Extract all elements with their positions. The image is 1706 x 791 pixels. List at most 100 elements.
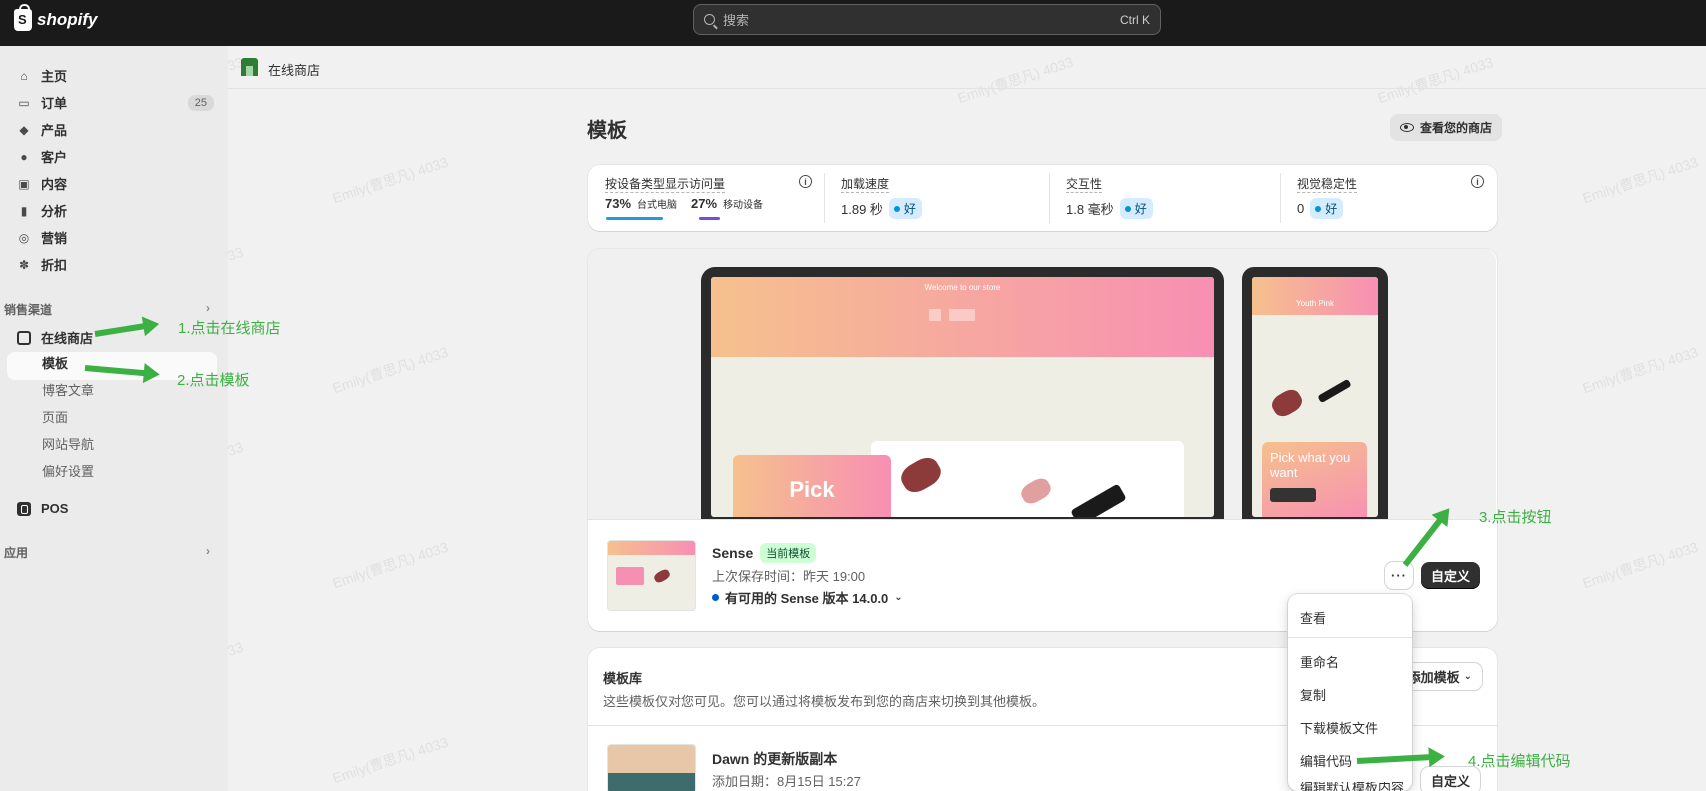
menu-item-edit-code[interactable]: 编辑代码 bbox=[1300, 751, 1352, 770]
sidebar-item-themes[interactable]: 模板 bbox=[42, 353, 68, 375]
brush-shape bbox=[1317, 378, 1352, 404]
preview-logo-placeholder bbox=[949, 309, 975, 321]
watermark: Emily(曹思凡) 4033 bbox=[1580, 153, 1701, 207]
info-icon[interactable]: i bbox=[1471, 175, 1484, 188]
status-dot bbox=[1124, 205, 1131, 212]
watermark: Emily(曹思凡) 4033 bbox=[1375, 53, 1496, 107]
library-description: 这些模板仅对您可见。您可以通过将模板发布到您的商店来切换到其他模板。 bbox=[603, 694, 1046, 709]
desktop-label: 台式电脑 bbox=[637, 200, 678, 211]
sidebar-item-label: 订单 bbox=[41, 96, 68, 111]
blush-swatch bbox=[1018, 474, 1054, 508]
sidebar-item-pages[interactable]: 页面 bbox=[42, 407, 68, 429]
target-icon: ◎ bbox=[18, 230, 30, 245]
mobile-label: 移动设备 bbox=[723, 200, 764, 211]
status-label: 好 bbox=[1134, 202, 1147, 216]
sense-theme-thumbnail bbox=[607, 540, 696, 611]
metric-interactivity: 交互性 1.8 毫秒 好 bbox=[1049, 165, 1285, 231]
metrics-card: 按设备类型显示访问量 73% 台式电脑 27% 移动设备 i 加载速度 1.89… bbox=[588, 165, 1497, 231]
metric-label: 按设备类型显示访问量 bbox=[605, 177, 726, 193]
lipstick-swatch bbox=[896, 452, 946, 498]
sidebar-item-navigation[interactable]: 网站导航 bbox=[42, 434, 94, 456]
watermark: Emily(曹思凡) 4033 bbox=[955, 53, 1076, 107]
home-icon: ⌂ bbox=[20, 68, 28, 83]
metric-value: 0 bbox=[1297, 201, 1305, 216]
sidebar-item-content[interactable]: ▣ 内容 bbox=[0, 170, 228, 197]
menu-item-download[interactable]: 下载模板文件 bbox=[1300, 718, 1378, 737]
brand-name: shopify bbox=[37, 10, 98, 29]
customize-button[interactable]: 自定义 bbox=[1421, 562, 1480, 589]
view-store-button[interactable]: 查看您的商店 bbox=[1390, 114, 1503, 141]
desktop-bar bbox=[606, 217, 663, 220]
sidebar-item-customers[interactable]: ● 客户 bbox=[0, 143, 228, 170]
menu-item-edit-default-content[interactable]: 编辑默认模板内容 bbox=[1300, 782, 1404, 791]
metric-load-speed: 加载速度 1.89 秒 好 bbox=[824, 165, 1049, 231]
sidebar-item-discounts[interactable]: ✽ 折扣 bbox=[0, 251, 228, 278]
shopify-bag-icon bbox=[14, 4, 32, 31]
metric-label: 视觉稳定性 bbox=[1297, 177, 1358, 193]
search-shortcut: Ctrl K bbox=[1120, 12, 1150, 27]
chevron-down-icon: ⌄ bbox=[1463, 671, 1472, 682]
phone-pick-card: Pick what you want bbox=[1262, 442, 1367, 517]
top-bar: shopify 搜索 Ctrl K bbox=[0, 0, 1706, 46]
sidebar-item-label: 客户 bbox=[41, 150, 68, 165]
apps-heading[interactable]: 应用 › bbox=[4, 544, 210, 561]
theme-name-row: Sense 当前模板 bbox=[712, 543, 817, 563]
sidebar-item-blog-posts[interactable]: 博客文章 bbox=[42, 380, 94, 402]
inbox-icon: ▭ bbox=[18, 95, 30, 110]
bar-chart-icon: ▮ bbox=[20, 203, 28, 218]
sidebar-item-home[interactable]: ⌂ 主页 bbox=[0, 62, 228, 89]
person-icon: ● bbox=[20, 149, 28, 164]
info-icon[interactable]: i bbox=[799, 175, 812, 188]
annotation-step-1: 1.点击在线商店 bbox=[178, 320, 281, 337]
preview-logo-placeholder bbox=[929, 309, 941, 321]
online-store-icon bbox=[17, 330, 31, 345]
tag-icon: ◆ bbox=[19, 122, 29, 137]
more-actions-button[interactable]: ··· bbox=[1385, 562, 1413, 589]
sidebar-item-analytics[interactable]: ▮ 分析 bbox=[0, 197, 228, 224]
image-icon: ▣ bbox=[18, 176, 30, 191]
menu-item-view[interactable]: 查看 bbox=[1300, 608, 1326, 627]
sidebar-item-products[interactable]: ◆ 产品 bbox=[0, 116, 228, 143]
laptop-preview: Welcome to our store Pick bbox=[701, 267, 1224, 519]
sidebar-item-label: 内容 bbox=[41, 177, 68, 192]
metric-label: 交互性 bbox=[1066, 177, 1103, 193]
chevron-right-icon: › bbox=[206, 544, 210, 558]
phone-card-text: Pick what you want bbox=[1270, 450, 1351, 480]
sidebar-item-marketing[interactable]: ◎ 营销 bbox=[0, 224, 228, 251]
menu-item-duplicate[interactable]: 复制 bbox=[1300, 685, 1326, 704]
menu-item-rename[interactable]: 重命名 bbox=[1300, 652, 1339, 671]
section-label: 应用 bbox=[4, 546, 29, 560]
theme-preview: Welcome to our store Pick Youth Pink Pic… bbox=[588, 249, 1496, 519]
header-divider bbox=[228, 88, 1706, 89]
thumb-landscape bbox=[608, 773, 695, 791]
theme-name: Sense bbox=[712, 545, 754, 561]
search-input[interactable]: 搜索 Ctrl K bbox=[693, 4, 1161, 35]
preview-welcome-text: Welcome to our store bbox=[924, 283, 1001, 292]
library-title: 模板库 bbox=[603, 671, 643, 686]
sales-channels-heading[interactable]: 销售渠道 › bbox=[4, 301, 210, 318]
status-label: 好 bbox=[903, 202, 916, 216]
dawn-theme-thumbnail bbox=[607, 744, 696, 791]
sidebar-item-orders[interactable]: ▭ 订单 25 bbox=[0, 89, 228, 116]
discount-icon: ✽ bbox=[18, 257, 30, 272]
library-theme-date: 添加日期：8月15日 15:27 bbox=[712, 774, 861, 789]
phone-preview: Youth Pink Pick what you want bbox=[1242, 267, 1388, 519]
desktop-percent: 73% bbox=[605, 196, 632, 211]
status-dot bbox=[893, 205, 900, 212]
metric-value: 1.8 毫秒 bbox=[1066, 202, 1114, 217]
eye-icon bbox=[1400, 123, 1414, 132]
preview-hero: Welcome to our store bbox=[711, 277, 1214, 357]
thumb-card bbox=[616, 567, 644, 585]
sidebar-item-label: 折扣 bbox=[41, 258, 68, 273]
sidebar-item-label: 产品 bbox=[41, 123, 68, 138]
sidebar-item-pos[interactable]: POS bbox=[0, 495, 228, 522]
thumb-swatch bbox=[652, 567, 672, 585]
annotation-step-2: 2.点击模板 bbox=[177, 372, 250, 389]
metric-label: 加载速度 bbox=[841, 177, 890, 193]
online-store-icon bbox=[241, 58, 258, 76]
breadcrumb[interactable]: 在线商店 bbox=[268, 60, 320, 79]
sidebar-item-preferences[interactable]: 偏好设置 bbox=[42, 461, 94, 483]
update-available[interactable]: 有可用的 Sense 版本 14.0.0 ⌄ bbox=[712, 588, 903, 607]
shopify-logo[interactable]: shopify bbox=[14, 4, 98, 31]
preview-pick-card: Pick bbox=[733, 455, 891, 517]
